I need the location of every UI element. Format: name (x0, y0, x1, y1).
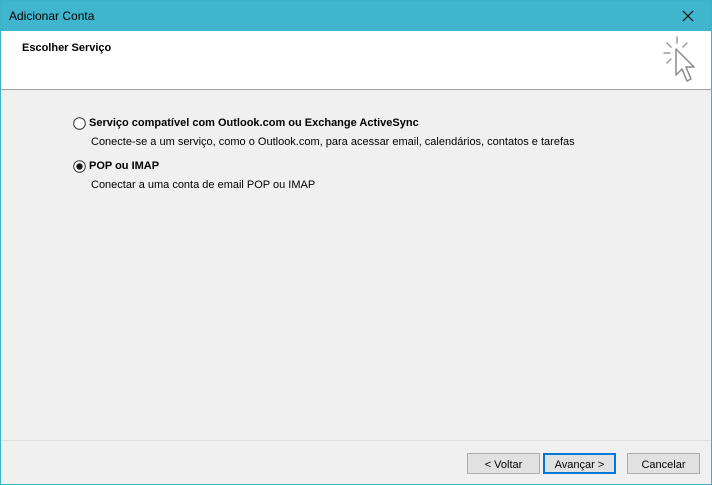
title-bar: Adicionar Conta (1, 1, 711, 31)
wizard-content: Serviço compatível com Outlook.com ou Ex… (1, 90, 711, 440)
next-button[interactable]: Avançar > (543, 453, 616, 474)
close-button[interactable] (665, 1, 711, 31)
option-label-pop-imap: POP ou IMAP (89, 160, 160, 172)
option-description-pop-imap: Conectar a uma conta de email POP ou IMA… (91, 179, 316, 191)
close-icon (682, 10, 694, 22)
radio-button-exchange[interactable] (73, 117, 86, 130)
cancel-button[interactable]: Cancelar (627, 453, 700, 474)
option-description-exchange: Conecte-se a um serviço, como o Outlook.… (91, 136, 575, 148)
add-account-dialog: Adicionar Conta Escolher Serviço Serviço… (0, 0, 712, 485)
window-title: Adicionar Conta (9, 9, 95, 23)
wizard-cursor-icon (663, 36, 695, 82)
radio-button-pop-imap[interactable] (73, 160, 86, 173)
page-title: Escolher Serviço (22, 42, 112, 54)
option-label-exchange: Serviço compatível com Outlook.com ou Ex… (89, 117, 419, 129)
back-button[interactable]: < Voltar (467, 453, 540, 474)
wizard-header: Escolher Serviço (1, 31, 711, 90)
